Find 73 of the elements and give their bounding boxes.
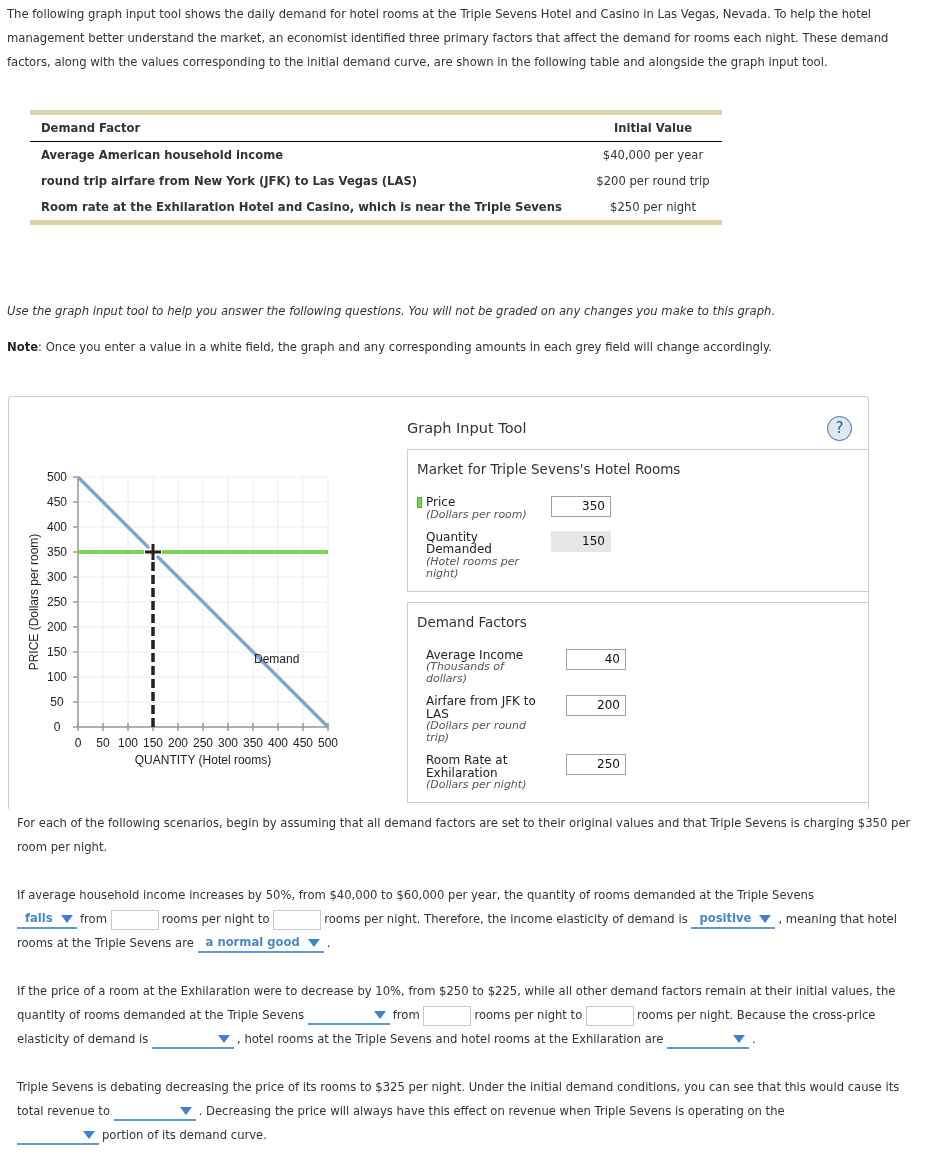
axis-title: QUANTITY (Hotel rooms) — [134, 753, 272, 767]
axis-tick-label: 150 — [143, 736, 163, 750]
answer-dropdown[interactable]: a normal good — [197, 934, 324, 953]
table-cell: $40,000 per year — [584, 141, 722, 168]
caret-icon — [373, 1010, 386, 1019]
input-field[interactable]: 40 — [566, 648, 626, 670]
field-unit: (Thousands of dollars) — [426, 661, 506, 685]
axis-tick-label: 400 — [47, 520, 67, 534]
input-field[interactable]: 200 — [566, 695, 626, 716]
axis-tick-label: 50 — [96, 736, 110, 750]
axis-tick-label: 350 — [243, 736, 263, 750]
axis-tick-label: 300 — [218, 736, 238, 750]
tool-title: Graph Input Tool — [407, 420, 527, 436]
intro-paragraph: The following graph input tool shows the daily demand for hotel rooms at the Triple Sevens Hotel and Casino in Las Vegas, Nevada. To help the hotel management better understand the market, an economist identified three primary factors that affect the demand for rooms each night. These demand factors, along with the values corresponding to the initial demand curve, are shown in the following table and alongside the graph input tool. — [6, 6, 890, 71]
caret-icon — [83, 1130, 95, 1139]
answer-dropdown[interactable]: positive — [691, 910, 776, 929]
field-label: Quantity Demanded — [426, 530, 493, 556]
axis-tick-label: 150 — [47, 645, 67, 659]
note-text: Note: Once you enter a value in a white field, the graph and any corresponding amounts in each grey field will change accordingly. — [7, 339, 773, 356]
answer-field[interactable] — [273, 909, 322, 930]
axis-tick-label: 500 — [318, 736, 338, 750]
field-unit: (Hotel rooms per night) — [426, 555, 521, 580]
axis-tick-label: 0 — [74, 736, 82, 750]
axis-title: PRICE (Dollars per room) — [27, 533, 41, 671]
instruction-text: Use the graph input tool to help you answer the following questions. You will not be graded on any changes you make to this graph. — [7, 303, 777, 320]
axis-tick-label: 250 — [47, 595, 67, 609]
table-cell: Room rate at the Exhilaration Hotel and Casino, which is near the Triple Sevens — [30, 194, 584, 223]
axis-tick-label: 450 — [293, 736, 313, 750]
caret-icon — [733, 1034, 746, 1043]
axis-tick-label: 250 — [193, 736, 213, 750]
input-field[interactable]: 250 — [566, 754, 626, 775]
field-unit: (Dollars per night) — [426, 779, 528, 791]
field-unit: (Dollars per room) — [426, 508, 528, 521]
axis-tick-label: 350 — [47, 545, 67, 559]
answer-field[interactable] — [110, 909, 159, 930]
field-label: Average Income — [426, 648, 525, 661]
caret-icon — [61, 914, 73, 923]
table-header: Initial Value — [584, 112, 722, 142]
caret-icon — [218, 1034, 231, 1043]
axis-tick-label: 200 — [47, 620, 67, 634]
panel-title: Market for Triple Sevens's Hotel Rooms — [417, 460, 682, 478]
axis-tick-label: 500 — [47, 470, 67, 484]
field-unit: (Dollars per round trip) — [426, 720, 528, 744]
field-label: Price — [426, 496, 457, 509]
input-field[interactable]: 350 — [551, 496, 611, 517]
axis-tick-label: 100 — [47, 670, 67, 684]
question-text: Triple Sevens is debating decreasing the price of its rooms to $325 per night. Under the initial demand conditions, you can see that this would cause its total revenue to . Decreasing the price will always have this effect on revenue when Triple Sevens is operating on the portion of its demand curve. — [17, 1075, 914, 1147]
table-header: Demand Factor — [30, 112, 584, 142]
caret-icon — [179, 1106, 192, 1115]
table-cell-text: round trip airfare from New York (JFK) to Las Vegas (LAS) — [40, 173, 419, 190]
field-label: Airfare from JFK to LAS — [426, 695, 537, 720]
question-text: If average household income increases by 50%, from $40,000 to $60,000 per year, the quantity of rooms demanded at the Triple Sevens falls from rooms per night to rooms per night. Therefore, the income elasticity of demand is positive , meaning that hotel rooms at the Triple Sevens are a normal good . — [17, 883, 914, 955]
axis-tick-label: 450 — [47, 495, 67, 509]
axis-tick-label: 300 — [47, 570, 67, 584]
axis-tick-label: 400 — [268, 736, 288, 750]
help-button[interactable]: ? — [827, 415, 852, 441]
panel-title: Demand Factors — [417, 612, 528, 631]
axis-tick-label: 0 — [53, 720, 61, 734]
table-cell: Average American household income — [30, 141, 584, 168]
answer-dropdown[interactable]: falls — [17, 910, 77, 929]
table-cell-text: $200 per round trip — [595, 173, 711, 190]
axis-tick-label: 50 — [50, 695, 64, 709]
axis-tick-label: 100 — [118, 736, 138, 750]
question-text: If the price of a room at the Exhilaration were to decrease by 10%, from $250 to $225, while all other demand factors remain at their initial values, the quantity of rooms demanded at the Triple Sevens from rooms per night to rooms per night. Because the cross-price elasticity of demand is , hotel rooms at the Triple Sevens and hotel rooms at the Exhilaration are . — [17, 979, 914, 1051]
answer-field[interactable] — [585, 1005, 634, 1026]
answer-field[interactable] — [423, 1005, 472, 1026]
table-cell: $250 per night — [584, 194, 722, 223]
scenario-intro-text: For each of the following scenarios, begin by assuming that all demand factors are set to their original values and that Triple Sevens is charging $350 per room per night. — [17, 815, 912, 856]
field-label: Room Rate at Exhilaration — [426, 754, 509, 779]
axis-tick-label: 200 — [168, 736, 188, 750]
readonly-field: 150 — [551, 530, 611, 552]
caret-icon — [759, 914, 772, 923]
caret-icon — [307, 938, 320, 947]
